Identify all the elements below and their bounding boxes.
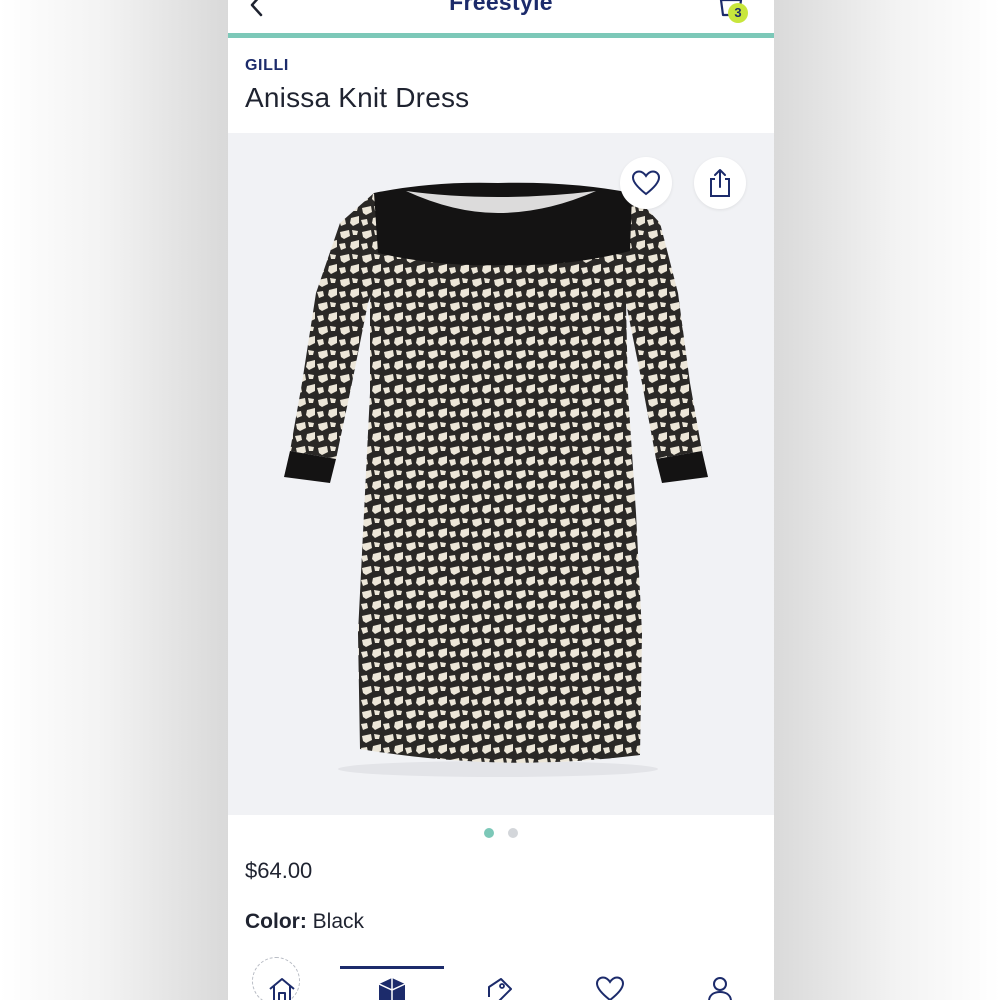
tab-box[interactable] — [372, 975, 412, 1000]
color-label: Color: — [245, 910, 307, 933]
share-icon — [710, 169, 730, 197]
background-right — [772, 0, 1000, 1000]
color-row: Color: Black — [245, 910, 364, 934]
tab-home[interactable] — [262, 975, 302, 1000]
color-value: Black — [312, 910, 365, 933]
cart-count-badge: 3 — [728, 3, 748, 23]
heart-icon — [631, 170, 661, 196]
heart-icon — [595, 976, 625, 1000]
tab-deals[interactable] — [480, 975, 520, 1000]
bottom-tab-bar — [228, 975, 774, 1000]
tab-account[interactable] — [700, 975, 740, 1000]
app-title: Freestyle — [449, 0, 553, 15]
top-bar: Freestyle 3 — [228, 0, 774, 34]
gallery-dot[interactable] — [508, 828, 518, 838]
person-icon — [708, 977, 732, 1000]
gallery-dot-active[interactable] — [484, 828, 494, 838]
background-left — [0, 0, 228, 1000]
dress-photo — [284, 182, 708, 777]
product-name: Anissa Knit Dress — [245, 82, 470, 113]
box-icon — [378, 978, 406, 1000]
header-accent-line — [228, 33, 774, 38]
tab-favorites[interactable] — [590, 975, 630, 1000]
favorite-button[interactable] — [620, 157, 672, 209]
product-brand: GILLI — [245, 57, 289, 74]
gallery-pagination — [228, 828, 774, 840]
product-image-gallery[interactable] — [228, 133, 774, 815]
tag-icon — [488, 978, 512, 1000]
home-icon — [269, 978, 295, 1000]
share-button[interactable] — [694, 157, 746, 209]
app-screen: Freestyle 3 GILLI Anissa Knit Dress $64.… — [228, 0, 774, 1000]
product-price: $64.00 — [245, 858, 313, 883]
tab-active-indicator — [340, 966, 444, 969]
